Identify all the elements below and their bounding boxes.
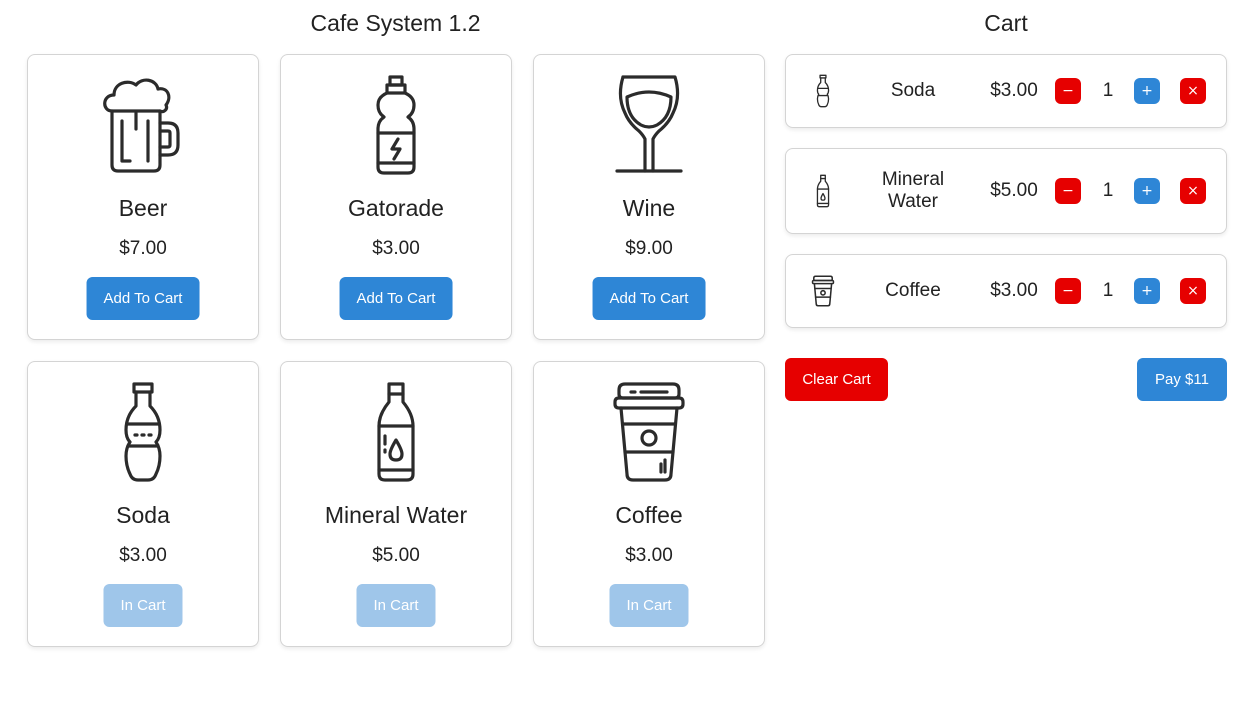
cart-item-quantity: 1 [1102,280,1114,301]
product-price: $5.00 [372,545,420,566]
cart-item-soda: Soda $3.00 − 1 + × [785,54,1227,128]
product-card-soda: Soda $3.00 In Cart [27,361,259,647]
in-cart-button-coffee[interactable]: In Cart [609,584,689,627]
soda-bottle-icon [808,71,838,111]
in-cart-button-soda[interactable]: In Cart [103,584,183,627]
add-to-cart-button-beer[interactable]: Add To Cart [86,277,200,320]
beer-mug-icon [28,73,258,177]
product-name: Mineral Water [324,502,468,528]
cart-item-quantity: 1 [1102,80,1114,101]
product-price: $3.00 [372,238,420,259]
coffee-cup-icon [808,271,838,311]
product-name: Wine [622,195,676,221]
cart-item-name: Soda [890,80,936,101]
add-to-cart-button-gatorade[interactable]: Add To Cart [339,277,453,320]
product-card-gatorade: Gatorade $3.00 Add To Cart [280,54,512,340]
cart-item-price: $3.00 [990,80,1038,101]
decrease-quantity-button[interactable]: − [1055,278,1081,304]
sports-bottle-icon [281,73,511,177]
product-card-mineral-water: Mineral Water $5.00 In Cart [280,361,512,647]
coffee-cup-icon [534,380,764,484]
water-bottle-icon [281,380,511,484]
product-name: Coffee [615,502,683,528]
page-title: Cafe System 1.2 [310,10,481,36]
product-price: $3.00 [625,545,673,566]
increase-quantity-button[interactable]: + [1134,278,1160,304]
cart-item-coffee: Coffee $3.00 − 1 + × [785,254,1227,328]
remove-item-button[interactable]: × [1180,78,1206,104]
remove-item-button[interactable]: × [1180,278,1206,304]
cart-item-name: Coffee [885,280,941,301]
product-price: $7.00 [119,238,167,259]
cart-item-name: Mineral Water [881,169,945,212]
cart-item-quantity: 1 [1102,180,1114,201]
decrease-quantity-button[interactable]: − [1055,78,1081,104]
product-card-beer: Beer $7.00 Add To Cart [27,54,259,340]
pay-button[interactable]: Pay $11 [1137,358,1227,401]
product-name: Soda [116,502,170,528]
cart-title: Cart [984,10,1028,36]
in-cart-button-mineral-water[interactable]: In Cart [356,584,436,627]
add-to-cart-button-wine[interactable]: Add To Cart [592,277,706,320]
increase-quantity-button[interactable]: + [1134,178,1160,204]
cart-item-price: $3.00 [990,280,1038,301]
water-bottle-icon [808,171,838,211]
clear-cart-button[interactable]: Clear Cart [785,358,888,401]
decrease-quantity-button[interactable]: − [1055,178,1081,204]
product-card-coffee: Coffee $3.00 In Cart [533,361,765,647]
product-price: $3.00 [119,545,167,566]
wine-glass-icon [534,73,764,177]
product-price: $9.00 [625,238,673,259]
increase-quantity-button[interactable]: + [1134,78,1160,104]
cart-item-price: $5.00 [990,180,1038,201]
cart-item-mineral-water: Mineral Water $5.00 − 1 + × [785,148,1227,234]
remove-item-button[interactable]: × [1180,178,1206,204]
product-name: Beer [118,195,168,221]
soda-bottle-icon [28,380,258,484]
product-grid: Beer $7.00 Add To Cart Gatorade $3.00 Ad… [27,54,765,647]
product-name: Gatorade [348,195,444,221]
product-card-wine: Wine $9.00 Add To Cart [533,54,765,340]
